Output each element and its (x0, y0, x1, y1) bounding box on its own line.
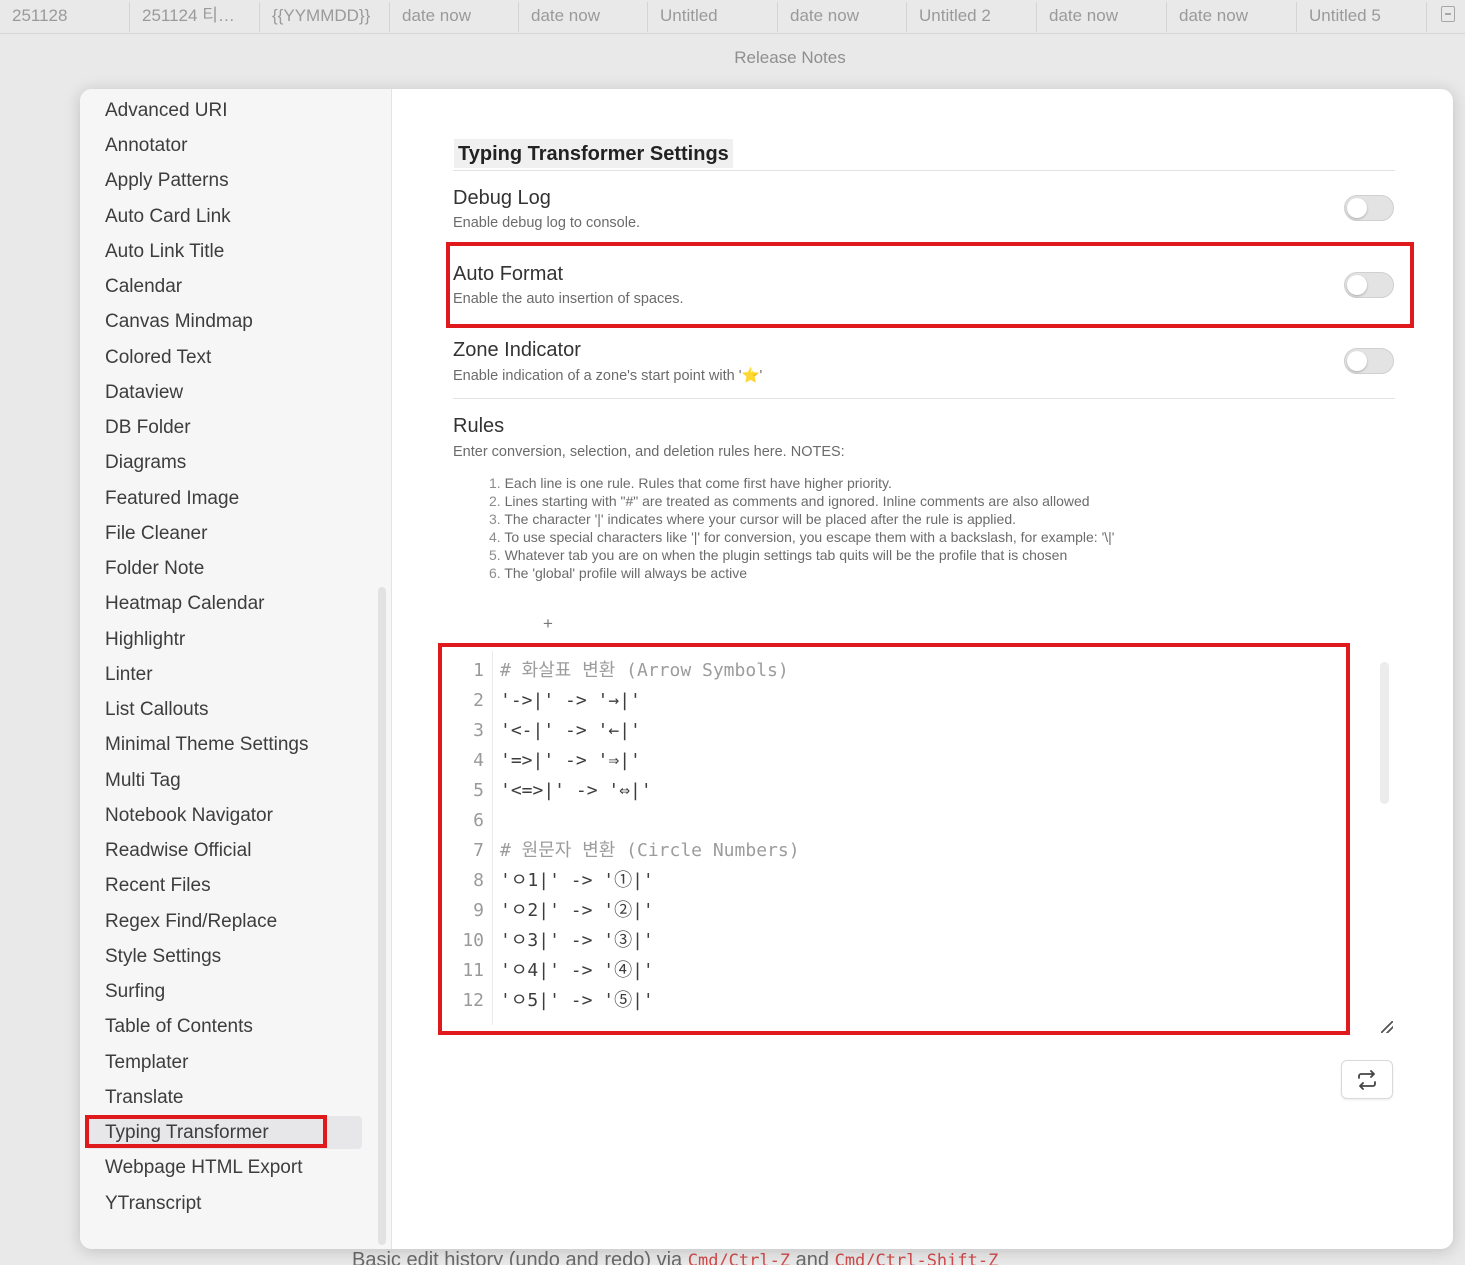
settings-content: Typing Transformer Settings Debug Log En… (393, 89, 1453, 1249)
sidebar-item[interactable]: Colored Text (86, 341, 362, 374)
tab[interactable]: Untitled 2 (907, 1, 1037, 32)
highlight-box (85, 1115, 327, 1148)
inline-code: Cmd/Ctrl-Z (687, 1251, 791, 1265)
toggle-knob (1347, 198, 1367, 218)
editor-scrollbar[interactable] (1380, 662, 1389, 804)
sidebar-item[interactable]: Auto Card Link (86, 200, 362, 233)
sidebar-item[interactable]: Webpage HTML Export (86, 1151, 362, 1184)
tab[interactable]: Untitled (648, 1, 778, 32)
sidebar-item[interactable]: Surfing (86, 975, 362, 1008)
note-text: The 'global' profile will always be acti… (504, 565, 747, 581)
tab[interactable]: date now (519, 1, 648, 32)
sidebar-item[interactable]: Regex Find/Replace (86, 905, 362, 938)
setting-name: Debug Log (453, 187, 551, 209)
sidebar-item[interactable]: Advanced URI (86, 94, 362, 127)
sidebar-item[interactable]: List Callouts (86, 693, 362, 726)
note-text: Each line is one rule. Rules that come f… (504, 475, 892, 491)
setting-description: Enable debug log to console. (453, 215, 641, 231)
divider (453, 398, 1395, 399)
sidebar-item[interactable]: Annotator (86, 129, 362, 162)
sidebar-item[interactable]: Dataview (86, 376, 362, 409)
sidebar-item[interactable]: Minimal Theme Settings (86, 728, 362, 761)
tab[interactable]: Untitled 5 (1297, 1, 1427, 32)
divider (453, 170, 1395, 171)
sidebar-item[interactable]: Apply Patterns (86, 164, 362, 197)
swap-button[interactable] (1341, 1060, 1393, 1099)
sidebar-item[interactable]: Calendar (86, 270, 362, 303)
list-item: 5. Whatever tab you are on when the plug… (489, 547, 1068, 563)
tab[interactable]: {{YYMMDD}} (260, 1, 390, 32)
sidebar-item[interactable]: YTranscript (86, 1187, 362, 1220)
list-item: 6. The 'global' profile will always be a… (489, 565, 747, 581)
sidebar-item[interactable]: Heatmap Calendar (86, 587, 362, 620)
background-text: Basic edit history (undo and redo) via (352, 1249, 688, 1265)
setting-description: Enable indication of a zone's start poin… (453, 367, 762, 384)
description-text: Enable indication of a zone's start poin… (453, 368, 742, 384)
tab[interactable]: 251124 티스… (130, 1, 260, 32)
tab-bar: 251128 251124 티스… {{YYMMDD}} date now da… (0, 0, 1465, 34)
sidebar-item[interactable]: Featured Image (86, 482, 362, 515)
sidebar-item[interactable]: Multi Tag (86, 764, 362, 797)
sidebar-item[interactable]: Templater (86, 1046, 362, 1079)
note-text: Lines starting with "#" are treated as c… (504, 493, 1090, 509)
inline-code: Cmd/Ctrl-Shift-Z (834, 1251, 999, 1265)
note-text: Whatever tab you are on when the plugin … (504, 547, 1068, 563)
new-tab-icon[interactable] (1441, 6, 1455, 22)
resize-handle-icon[interactable] (1381, 1021, 1393, 1033)
note-text: The character '|' indicates where your c… (504, 511, 1016, 527)
list-item: 2. Lines starting with "#" are treated a… (489, 493, 1090, 509)
sidebar-item[interactable]: Linter (86, 658, 362, 691)
sidebar-item[interactable]: Canvas Mindmap (86, 305, 362, 338)
sidebar-item[interactable]: Notebook Navigator (86, 799, 362, 832)
rules-notes-list: 1. Each line is one rule. Rules that com… (489, 474, 1114, 582)
setting-name: Rules (453, 415, 505, 437)
list-item: 1. Each line is one rule. Rules that com… (489, 475, 892, 491)
settings-sidebar: Advanced URI Annotator Apply Patterns Au… (80, 89, 392, 1249)
sidebar-scrollbar[interactable] (378, 587, 386, 1245)
background-text: and (790, 1249, 835, 1265)
sidebar-item[interactable]: File Cleaner (86, 517, 362, 550)
swap-arrows-icon (1358, 1069, 1376, 1090)
sidebar-item[interactable]: Table of Contents (86, 1010, 362, 1043)
tab[interactable]: date now (1037, 1, 1167, 32)
page-title: Typing Transformer Settings (454, 139, 733, 168)
list-item: 4. To use special characters like '|' fo… (489, 529, 1115, 545)
highlight-box (446, 242, 1414, 328)
sidebar-item[interactable]: Auto Link Title (86, 235, 362, 268)
setting-description: Enter conversion, selection, and deletio… (453, 444, 845, 460)
add-profile-button[interactable]: + (543, 614, 553, 634)
description-text: ' (759, 368, 763, 384)
sidebar-item[interactable]: DB Folder (86, 411, 362, 444)
page-header: Release Notes (734, 48, 846, 67)
note-text: To use special characters like '|' for c… (504, 529, 1115, 545)
sidebar-item[interactable]: Folder Note (86, 552, 362, 585)
zone-indicator-toggle[interactable] (1344, 348, 1394, 374)
sidebar-item[interactable]: Highlightr (86, 623, 362, 656)
setting-name: Zone Indicator (453, 339, 581, 361)
settings-modal: Advanced URI Annotator Apply Patterns Au… (80, 89, 1453, 1249)
toggle-knob (1347, 351, 1367, 371)
star-icon: ⭐ (741, 368, 760, 384)
highlight-box (438, 643, 1350, 1035)
list-item: 3. The character '|' indicates where you… (489, 511, 1016, 527)
sidebar-item[interactable]: Diagrams (86, 446, 362, 479)
sidebar-item[interactable]: Style Settings (86, 940, 362, 973)
tab[interactable]: date now (778, 1, 907, 32)
tab[interactable]: date now (390, 1, 519, 32)
sidebar-item[interactable]: Translate (86, 1081, 362, 1114)
sidebar-item[interactable]: Recent Files (86, 869, 362, 902)
debug-log-toggle[interactable] (1344, 195, 1394, 221)
sidebar-item[interactable]: Readwise Official (86, 834, 362, 867)
tab[interactable]: 251128 (0, 1, 130, 32)
tab[interactable]: date now (1167, 1, 1297, 32)
background-note: Basic edit history (undo and redo) via C… (352, 1249, 998, 1265)
